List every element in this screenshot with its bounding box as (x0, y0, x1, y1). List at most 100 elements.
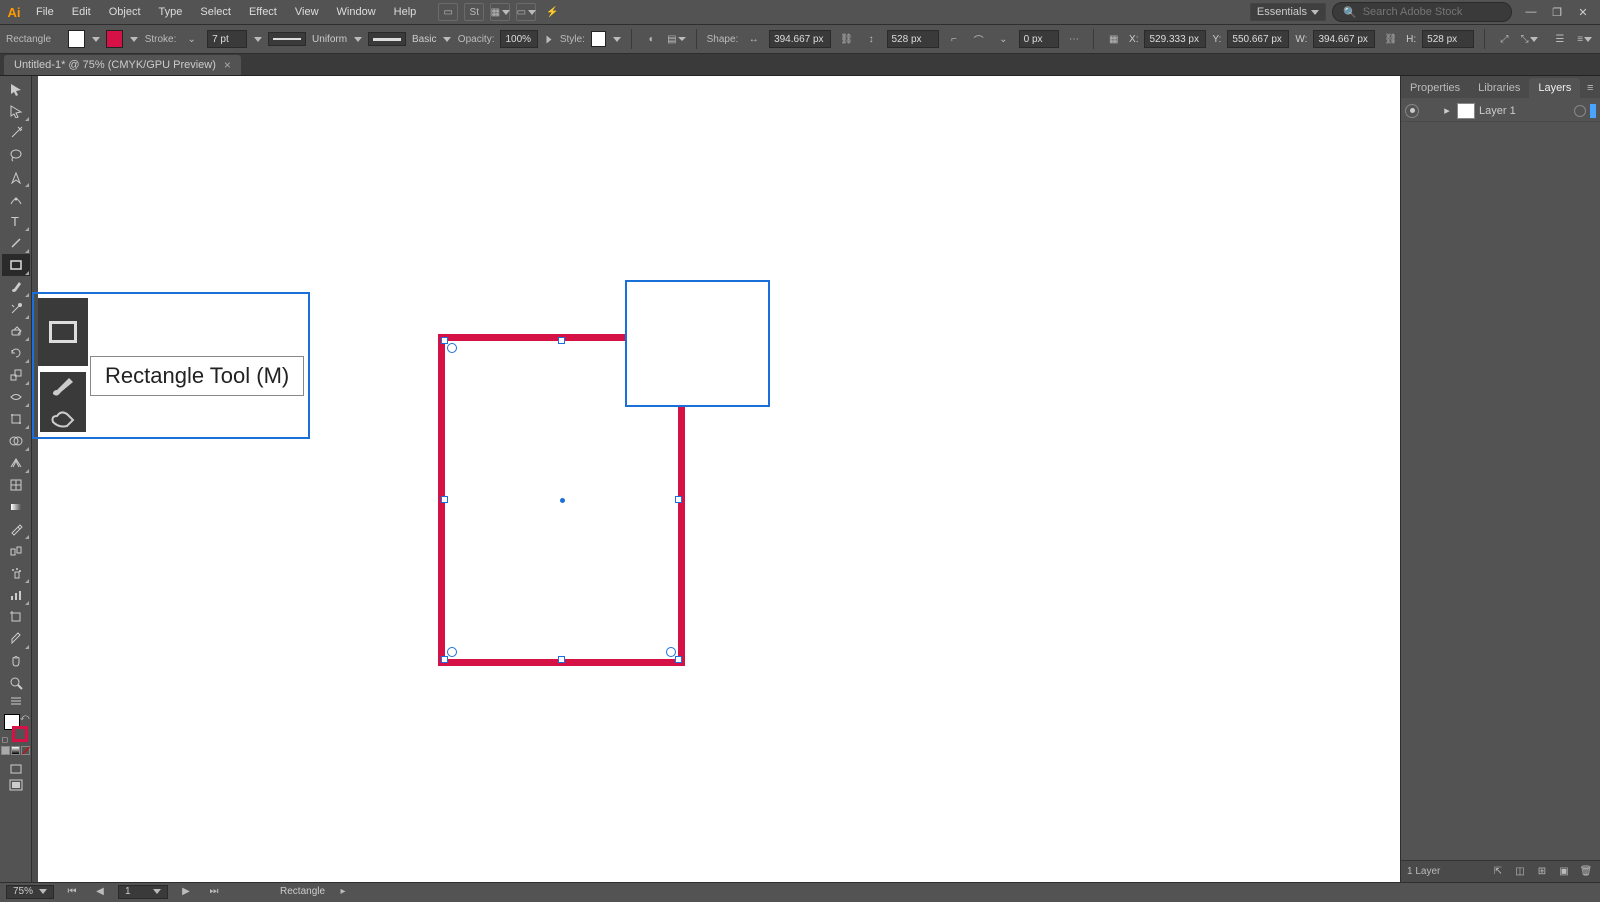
gradient-tool[interactable] (2, 496, 30, 518)
stroke-dropdown-icon[interactable] (129, 34, 138, 44)
layout-icon[interactable]: St (464, 3, 484, 21)
minimize-button[interactable]: — (1518, 1, 1544, 23)
rectangle-tool[interactable] (2, 254, 30, 276)
lightning-icon[interactable]: ⚡ (542, 3, 562, 21)
layer-name[interactable]: Layer 1 (1479, 105, 1570, 117)
live-corner-se[interactable] (666, 647, 676, 657)
link-transform-wh-icon[interactable]: ⛓ (1381, 29, 1400, 49)
handle-se[interactable] (675, 656, 682, 663)
layer-row[interactable]: ▸ Layer 1 (1401, 100, 1600, 122)
handle-n[interactable] (558, 337, 565, 344)
panel-options-icon[interactable]: ≡ (1575, 29, 1594, 49)
default-fill-stroke-icon[interactable]: ◻ (2, 735, 9, 744)
stroke-swatch[interactable] (106, 30, 123, 48)
live-corner-sw[interactable] (447, 647, 457, 657)
panel-menu-icon[interactable]: ≡ (1580, 78, 1600, 98)
shape-width-input[interactable] (769, 30, 831, 48)
variable-width-profile[interactable] (268, 32, 306, 46)
transform-y-input[interactable] (1227, 30, 1289, 48)
isolate2-icon[interactable]: ⤡ (1520, 29, 1539, 49)
stroke-box[interactable] (12, 726, 28, 742)
lock-toggle[interactable] (1423, 104, 1437, 118)
workspace-switcher[interactable]: Essentials (1250, 3, 1326, 21)
canvas-area[interactable]: Rectangle Tool (M) (32, 76, 1600, 882)
mesh-tool[interactable] (2, 474, 30, 496)
curvature-tool[interactable] (2, 188, 30, 210)
screen-mode-button[interactable] (2, 777, 30, 793)
maximize-button[interactable]: ❐ (1544, 1, 1570, 23)
more-shape-icon[interactable]: ⋯ (1065, 29, 1084, 49)
fill-stroke-proxy[interactable]: ⤺ ◻ (2, 712, 30, 744)
delete-layer-icon[interactable]: 🗑 (1578, 864, 1594, 880)
profile-dropdown-icon[interactable] (353, 34, 362, 44)
magic-wand-tool[interactable] (2, 122, 30, 144)
stock-search-input[interactable] (1363, 6, 1501, 18)
eraser-tool[interactable] (2, 320, 30, 342)
screen-mode-icon[interactable]: ▭ (516, 3, 536, 21)
artboard-next-icon[interactable]: ▶ (176, 882, 196, 902)
hand-tool[interactable] (2, 650, 30, 672)
tab-libraries[interactable]: Libraries (1469, 78, 1529, 98)
document-tab[interactable]: Untitled-1* @ 75% (CMYK/GPU Preview) × (4, 55, 241, 75)
artboard[interactable]: Rectangle Tool (M) (38, 76, 1600, 882)
menu-help[interactable]: Help (386, 2, 425, 22)
shape-builder-tool[interactable] (2, 430, 30, 452)
tab-close-icon[interactable]: × (224, 58, 231, 72)
create-sublayer-icon[interactable]: ⊞ (1534, 864, 1550, 880)
paintbrush-tool[interactable] (2, 276, 30, 298)
artboard-prev-icon[interactable]: ◀ (90, 882, 110, 902)
selection-tool[interactable] (2, 78, 30, 100)
shaper-tool[interactable] (2, 298, 30, 320)
lasso-tool[interactable] (2, 144, 30, 166)
artboard-last-icon[interactable]: ⏭ (204, 882, 224, 902)
perspective-grid-tool[interactable] (2, 452, 30, 474)
style-dropdown-icon[interactable] (612, 34, 621, 44)
artboard-tool[interactable] (2, 606, 30, 628)
close-button[interactable]: ✕ (1570, 1, 1596, 23)
stroke-weight-dropdown-icon[interactable] (253, 34, 262, 44)
brush-dropdown-icon[interactable] (442, 34, 451, 44)
scale-tool[interactable] (2, 364, 30, 386)
tab-layers[interactable]: Layers (1529, 78, 1580, 98)
handle-e[interactable] (675, 496, 682, 503)
symbol-sprayer-tool[interactable] (2, 562, 30, 584)
fill-dropdown-icon[interactable] (91, 34, 100, 44)
handle-w[interactable] (441, 496, 448, 503)
align-icon[interactable]: ▤ (667, 29, 686, 49)
stroke-down-icon[interactable]: ⌄ (182, 29, 201, 49)
visibility-toggle-icon[interactable] (1405, 104, 1419, 118)
recolor-artwork-icon[interactable]: ◐ (642, 29, 661, 49)
opacity-input[interactable] (500, 30, 538, 48)
link-wh-icon[interactable]: ⛓ (837, 29, 856, 49)
handle-sw[interactable] (441, 656, 448, 663)
gpu-preview-icon[interactable]: ▭ (438, 3, 458, 21)
corner-type-icon[interactable]: ⌐ (945, 29, 964, 49)
toggle-fill-stroke-icon[interactable] (2, 694, 30, 708)
opacity-dropdown-icon[interactable] (544, 34, 553, 44)
menu-edit[interactable]: Edit (64, 2, 99, 22)
pen-tool[interactable] (2, 166, 30, 188)
live-corner-nw[interactable] (447, 343, 457, 353)
tab-properties[interactable]: Properties (1401, 78, 1469, 98)
status-menu-icon[interactable]: ▸ (333, 882, 353, 902)
artboard-number[interactable]: 1 (118, 885, 168, 899)
width-tool[interactable] (2, 386, 30, 408)
graphic-style-swatch[interactable] (591, 31, 606, 47)
shape-height-input[interactable] (887, 30, 939, 48)
stock-search[interactable]: 🔍 (1332, 2, 1512, 22)
locate-object-icon[interactable]: ⇱ (1490, 864, 1506, 880)
transform-x-input[interactable] (1144, 30, 1206, 48)
target-icon[interactable] (1574, 105, 1586, 117)
zoom-level[interactable]: 75% (6, 885, 54, 899)
create-new-layer-icon[interactable]: ▣ (1556, 864, 1572, 880)
stroke-weight-input[interactable] (207, 30, 247, 48)
color-mode-fill[interactable] (1, 746, 10, 755)
fill-swatch[interactable] (68, 30, 85, 48)
transform-anchor-icon[interactable]: ▦ (1104, 29, 1123, 49)
color-mode-gradient[interactable] (11, 746, 20, 755)
corner-radius-input[interactable] (1019, 30, 1059, 48)
column-graph-tool[interactable] (2, 584, 30, 606)
draw-mode-normal[interactable] (2, 761, 30, 777)
color-mode-none[interactable] (21, 746, 30, 755)
menu-select[interactable]: Select (192, 2, 239, 22)
